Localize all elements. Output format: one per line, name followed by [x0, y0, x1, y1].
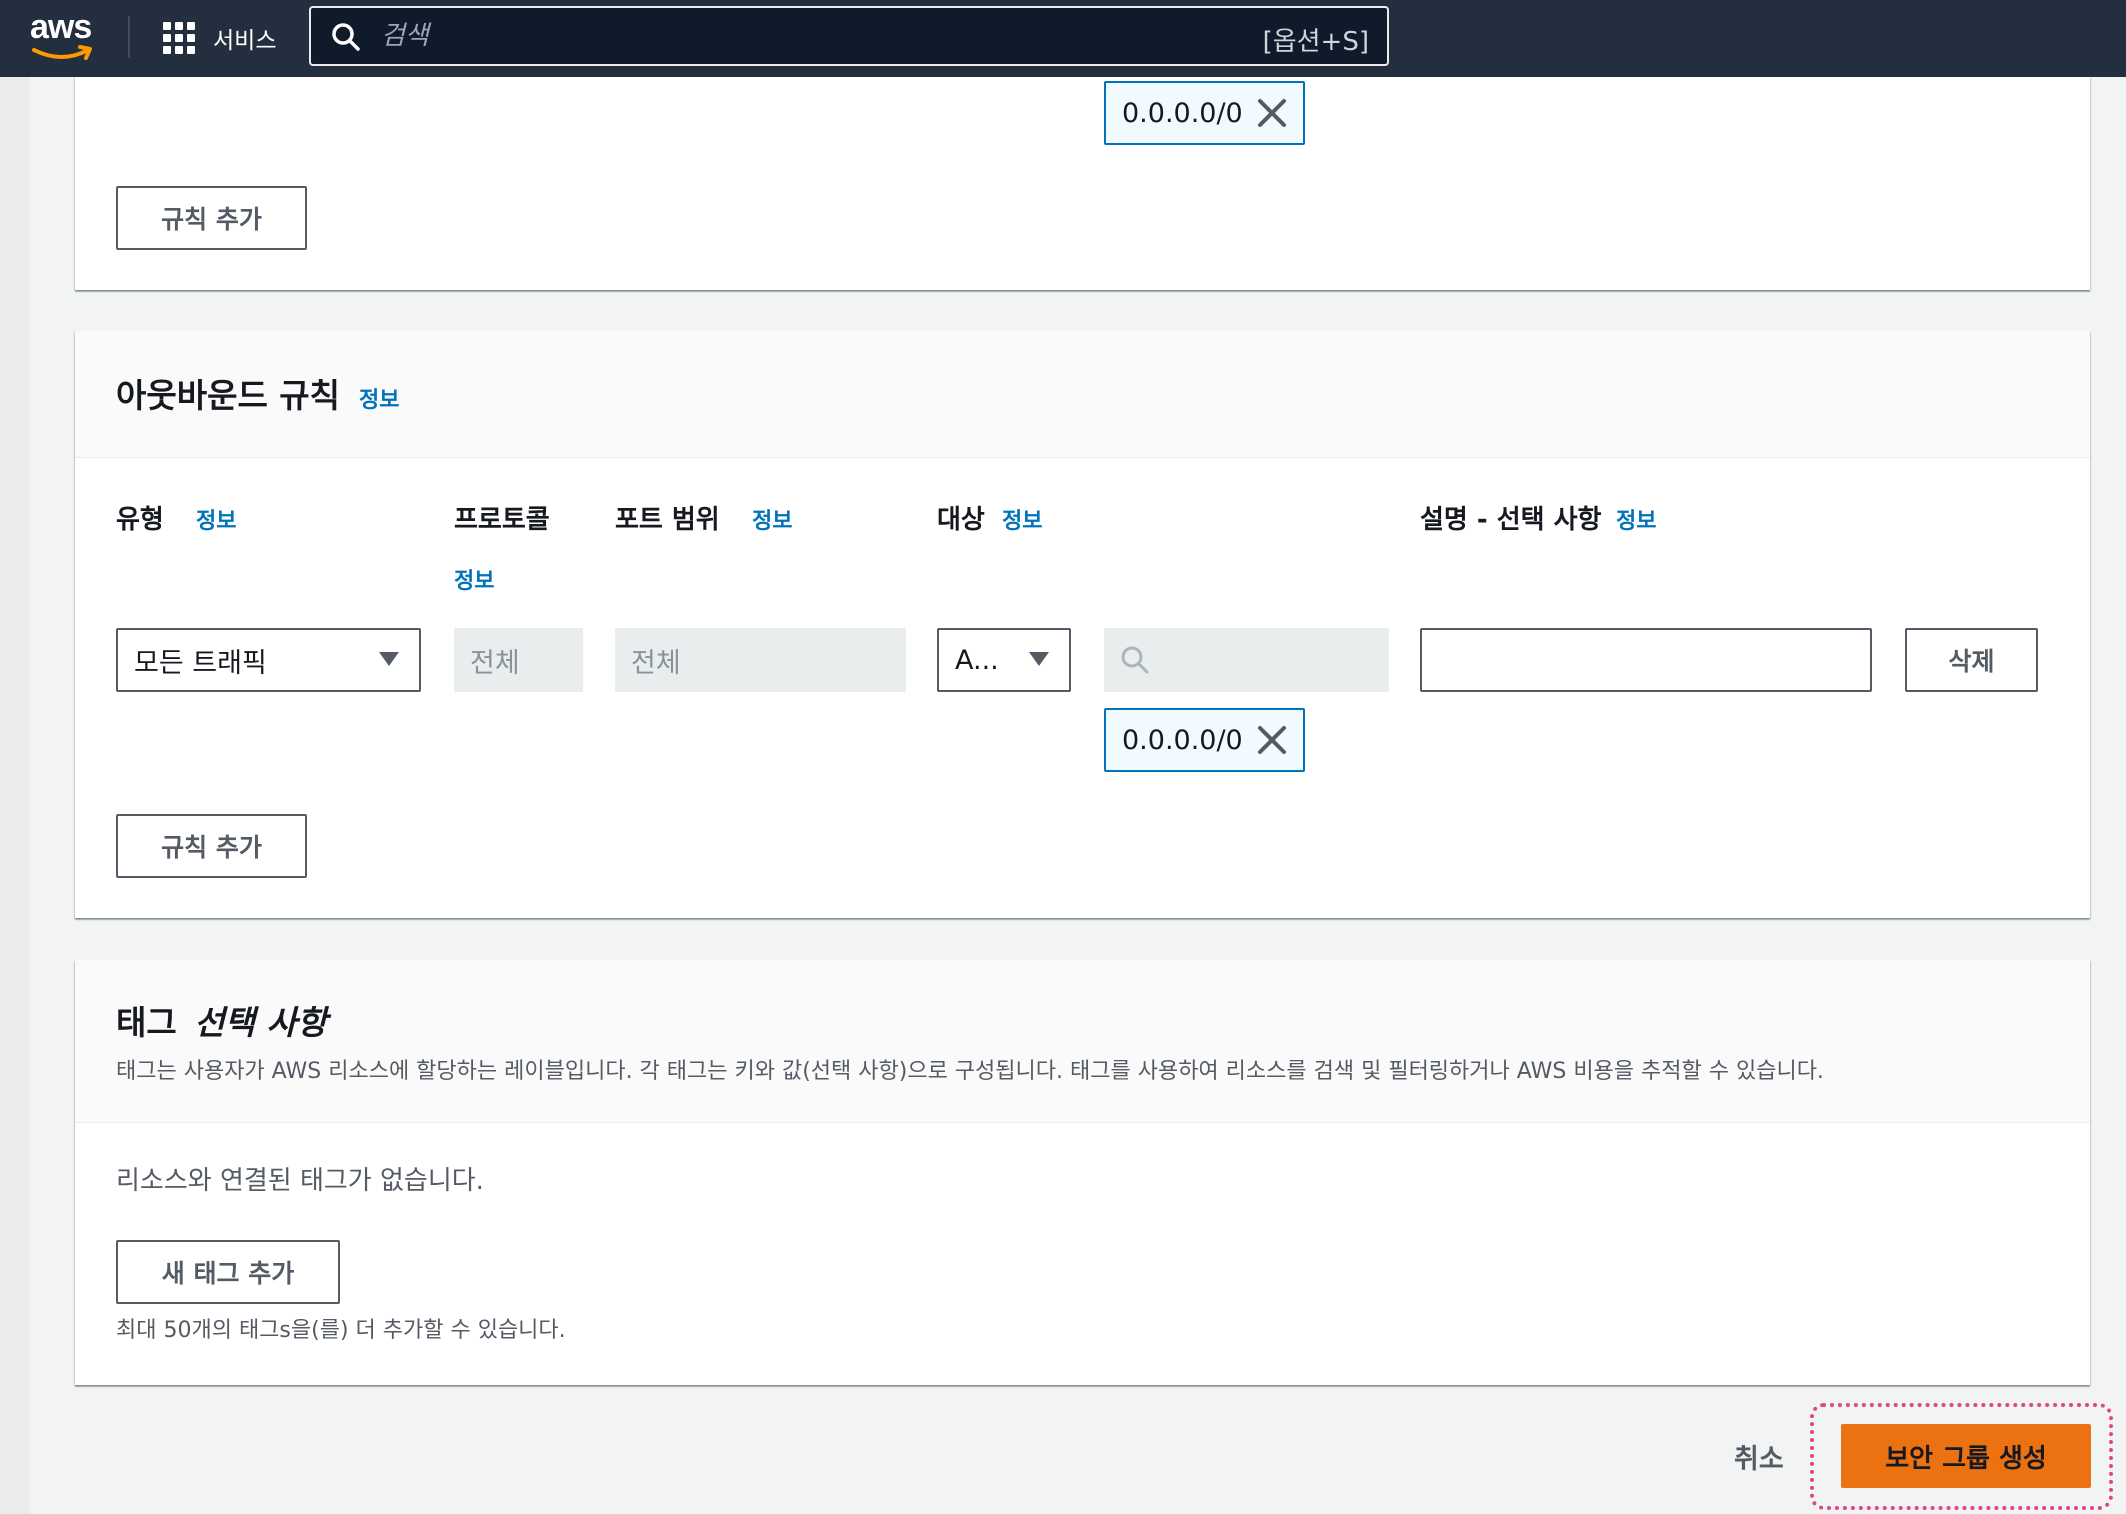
services-menu-button[interactable]: 서비스 — [163, 18, 276, 58]
create-security-group-button[interactable]: 보안 그룹 생성 — [1841, 1424, 2091, 1488]
left-gutter — [0, 77, 30, 1514]
token-label: 0.0.0.0/0 — [1122, 97, 1243, 129]
aws-logo[interactable]: aws — [30, 10, 100, 60]
rule-protocol-value: 전체 — [470, 647, 520, 679]
inbound-add-rule-button[interactable]: 규칙 추가 — [116, 186, 307, 250]
search-icon — [332, 23, 360, 51]
tags-panel-header: 태그 선택 사항 태그는 사용자가 AWS 리소스에 할당하는 레이블입니다. … — [75, 960, 2090, 1123]
rule-port-range-field: 전체 — [615, 628, 906, 692]
column-description-info-link[interactable]: 정보 — [1616, 503, 1656, 535]
tags-title-text: 태그 — [116, 1003, 177, 1042]
rule-port-range-value: 전체 — [631, 647, 681, 679]
services-label: 서비스 — [213, 28, 277, 54]
search-input[interactable] — [381, 14, 1181, 58]
search-icon — [1121, 646, 1149, 674]
rule-destination-select-value: A... — [955, 644, 999, 676]
column-destination-info-link[interactable]: 정보 — [1002, 503, 1042, 535]
caret-down-icon — [379, 652, 399, 666]
rule-type-value: 모든 트래픽 — [134, 647, 267, 679]
rule-delete-button[interactable]: 삭제 — [1905, 628, 2038, 692]
column-port-range-label: 포트 범위 — [615, 505, 720, 535]
inbound-rules-panel: 0.0.0.0/0 규칙 추가 — [75, 77, 2090, 290]
column-port-range-info-link[interactable]: 정보 — [752, 503, 792, 535]
close-icon[interactable] — [1257, 98, 1287, 128]
inbound-destination-token: 0.0.0.0/0 — [1104, 81, 1305, 145]
tags-panel: 태그 선택 사항 태그는 사용자가 AWS 리소스에 할당하는 레이블입니다. … — [75, 960, 2090, 1385]
add-new-tag-button[interactable]: 새 태그 추가 — [116, 1240, 340, 1304]
top-navigation: aws 서비스 [옵션+S] — [0, 0, 2126, 77]
outbound-rules-panel: 아웃바운드 규칙 정보 유형 정보 프로토콜 정보 포트 범위 정보 대상 정보… — [75, 331, 2090, 918]
cancel-button[interactable]: 취소 — [1734, 1437, 1784, 1476]
tags-limit-note: 최대 50개의 태그s을(를) 더 추가할 수 있습니다. — [116, 1318, 566, 1343]
rule-description-input[interactable] — [1420, 628, 1872, 692]
tags-empty-message: 리소스와 연결된 태그가 없습니다. — [116, 1166, 484, 1196]
tags-title-optional: 선택 사항 — [194, 1003, 328, 1042]
search-shortcut-hint: [옵션+S] — [1262, 27, 1369, 57]
rule-destination-select[interactable]: A... — [937, 628, 1071, 692]
rule-type-select[interactable]: 모든 트래픽 — [116, 628, 421, 692]
outbound-add-rule-button[interactable]: 규칙 추가 — [116, 814, 307, 878]
rule-protocol-field: 전체 — [454, 628, 583, 692]
global-search[interactable]: [옵션+S] — [309, 6, 1389, 66]
column-description-label: 설명 - 선택 사항 — [1420, 505, 1602, 535]
caret-down-icon — [1029, 652, 1049, 666]
outbound-panel-header: 아웃바운드 규칙 정보 — [75, 331, 2090, 458]
aws-smile-icon — [32, 45, 92, 60]
column-type-label: 유형 — [116, 505, 164, 535]
close-icon[interactable] — [1257, 725, 1287, 755]
column-protocol-info-link[interactable]: 정보 — [454, 563, 494, 595]
nav-divider — [128, 16, 130, 58]
grid-icon — [163, 22, 195, 54]
tags-description: 태그는 사용자가 AWS 리소스에 할당하는 레이블입니다. 각 태그는 키와 … — [116, 1059, 1824, 1084]
column-destination-label: 대상 — [937, 505, 985, 535]
outbound-title: 아웃바운드 규칙 — [116, 376, 341, 415]
outbound-info-link[interactable]: 정보 — [359, 382, 399, 414]
column-protocol-label: 프로토콜 — [454, 505, 550, 535]
token-label: 0.0.0.0/0 — [1122, 724, 1243, 756]
column-type-info-link[interactable]: 정보 — [196, 503, 236, 535]
aws-logo-text: aws — [30, 8, 92, 46]
tags-title: 태그 선택 사항 — [116, 996, 327, 1044]
rule-destination-search-field — [1104, 628, 1389, 692]
outbound-destination-token: 0.0.0.0/0 — [1104, 708, 1305, 772]
